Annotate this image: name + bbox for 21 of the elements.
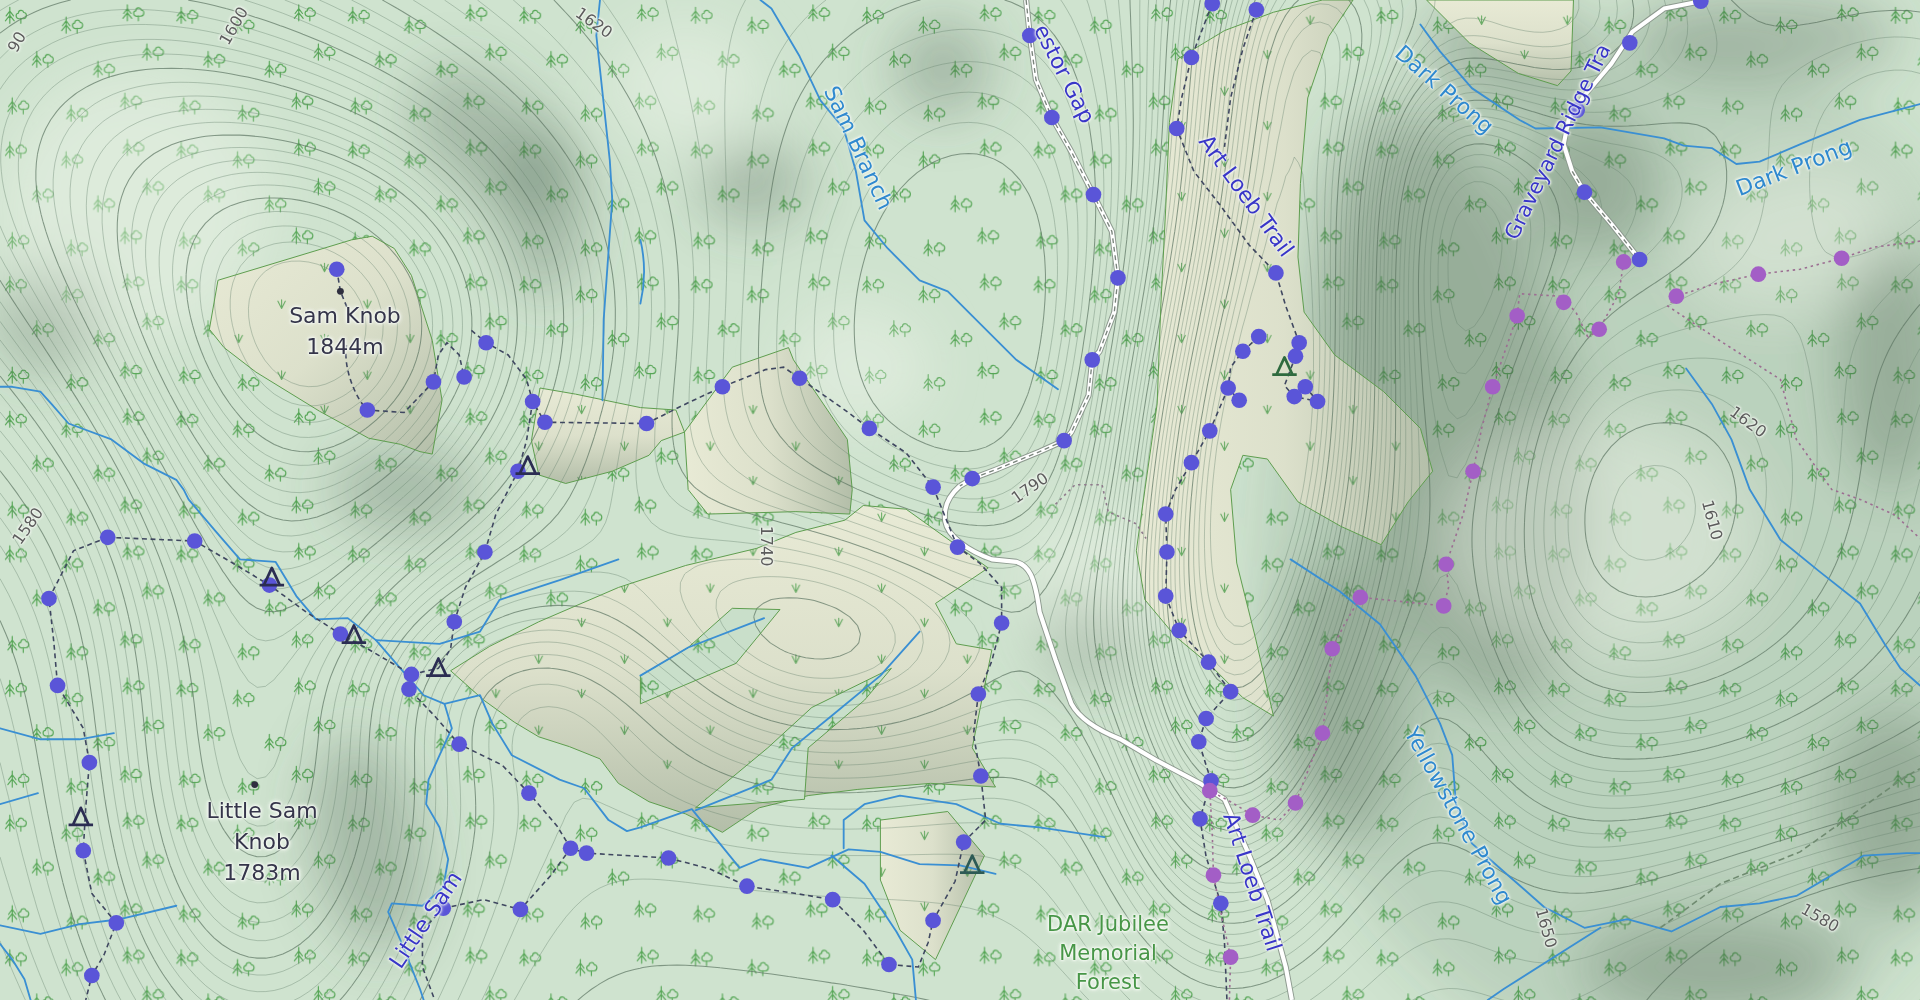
stream-label: Dark Prong: [1732, 134, 1856, 202]
tent-icon: [1270, 356, 1299, 376]
contour-label: 1740: [757, 525, 775, 567]
tent-icon: [514, 455, 542, 476]
contour-label: 1610: [1698, 498, 1726, 542]
tent-icon: [258, 566, 286, 587]
stream-line: [639, 239, 645, 305]
summit-dot-icon: [251, 781, 259, 788]
trail-label: estor Gap: [1028, 20, 1100, 128]
summit-dot-icon: [337, 287, 344, 295]
tent-icon: [958, 854, 986, 875]
peak-elevation: 1844m: [306, 333, 384, 361]
peak-name: Sam Knob: [289, 302, 401, 330]
contour-label: 1650: [1531, 906, 1561, 950]
contour-label: 90: [4, 28, 30, 56]
tent-icon: [67, 806, 95, 827]
trail-label: Art Loeb Trail: [1218, 809, 1286, 955]
tent-icon: [424, 657, 452, 677]
peak-elevation: 1783m: [223, 858, 301, 887]
peak-name: Little Sam Knob: [205, 796, 319, 856]
tent-icon: [340, 624, 368, 644]
